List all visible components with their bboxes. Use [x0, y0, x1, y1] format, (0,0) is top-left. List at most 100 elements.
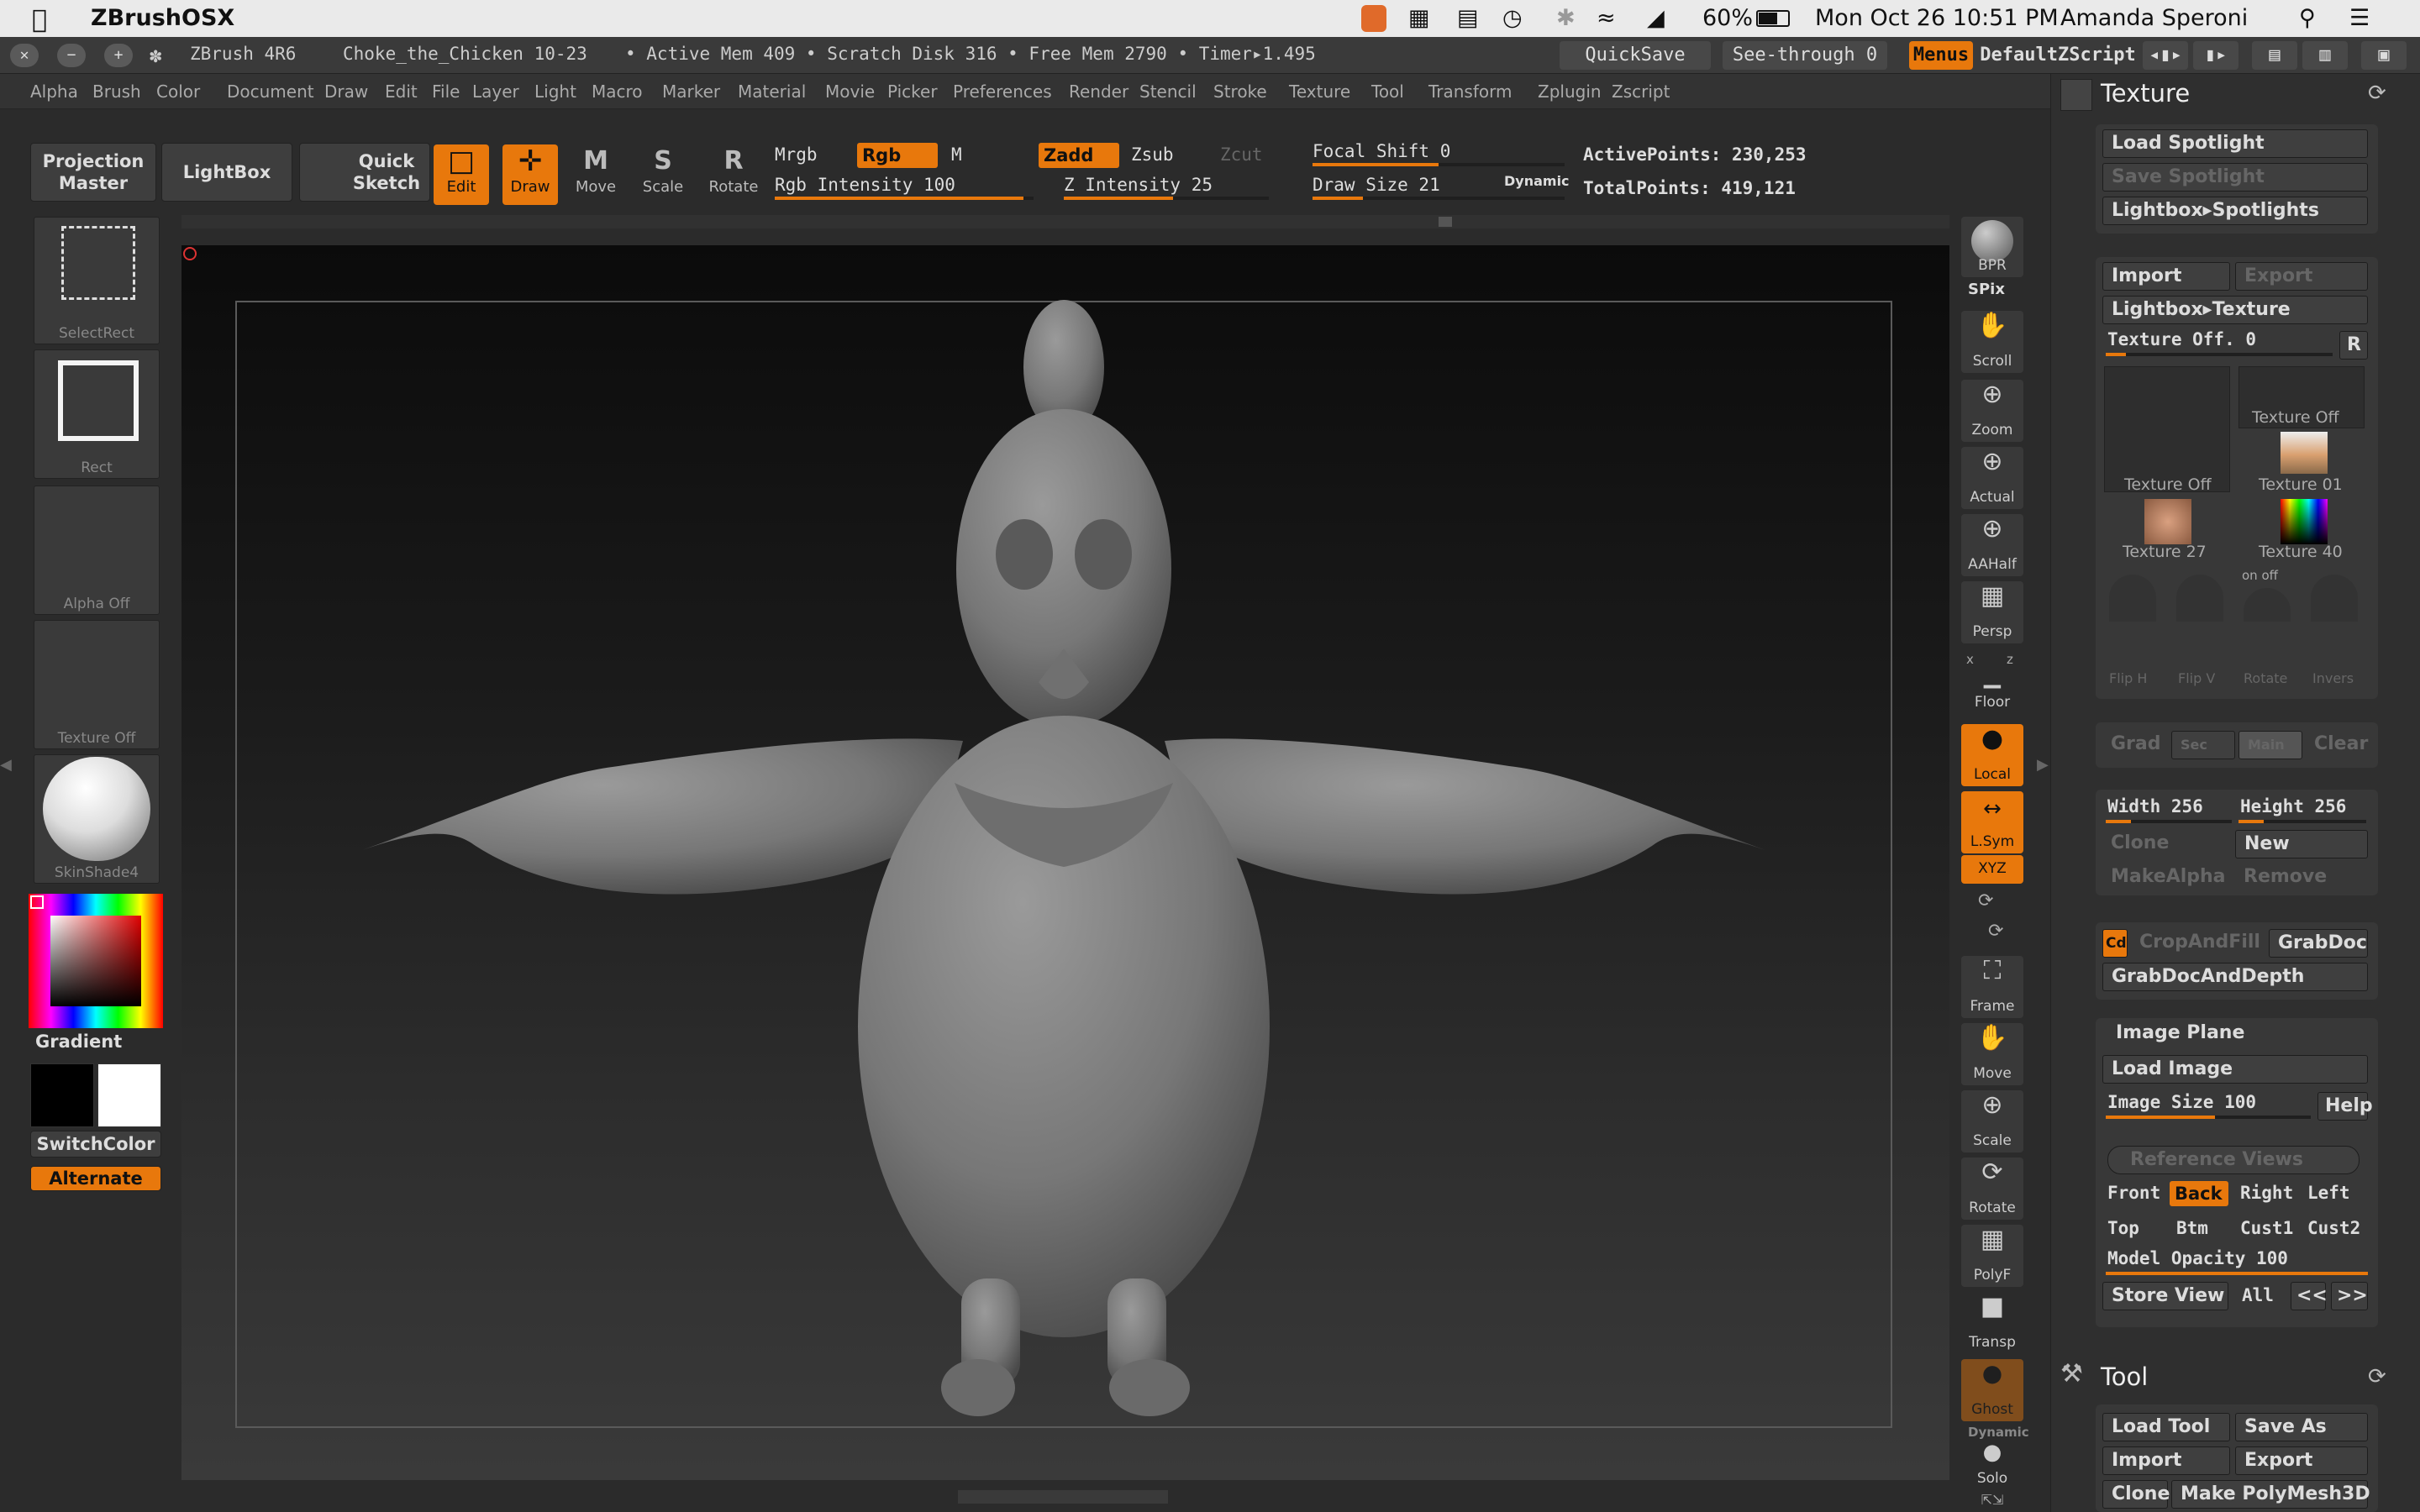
menu-edit[interactable]: Edit — [385, 81, 418, 102]
rotate-z-icon[interactable]: ⟳ — [1988, 921, 2003, 942]
m-button[interactable]: M — [951, 144, 962, 165]
edit-mode-button[interactable]: □ Edit — [434, 144, 489, 205]
floor-button[interactable]: ▁ Floor — [1961, 652, 2023, 714]
model-opacity-slider[interactable]: Model Opacity 100 — [2107, 1248, 2288, 1268]
ghost-button[interactable]: ● Ghost — [1961, 1359, 2023, 1421]
draw-mode-button[interactable]: ✛ Draw — [502, 144, 558, 205]
rgb-intensity-slider[interactable]: Rgb Intensity 100 — [775, 175, 955, 195]
bpr-button[interactable]: BPR — [1961, 217, 2023, 277]
lightbox-spotlights-button[interactable]: Lightbox▸Spotlights — [2102, 197, 2368, 225]
layout-ui-icon[interactable]: ▤ — [2252, 41, 2297, 70]
layout-right-icon[interactable]: ▮▸ — [2193, 41, 2238, 70]
grid-icon[interactable]: ▦ — [1408, 5, 1430, 31]
remove-button[interactable]: Remove — [2235, 864, 2368, 892]
right-tray-toggle-icon[interactable]: ▶ — [2037, 756, 2050, 806]
tool-panel-title[interactable]: Tool — [2101, 1362, 2148, 1391]
five-icon[interactable]: ▤ — [1457, 5, 1479, 31]
tool-panel-refresh-icon[interactable]: ⟳ — [2368, 1364, 2386, 1389]
close-icon[interactable]: ✕ — [10, 44, 39, 67]
texture-clone-button[interactable]: Clone — [2102, 830, 2230, 858]
zsub-button[interactable]: Zsub — [1131, 144, 1174, 165]
expand-arrows-icon[interactable]: ⇱⇲ — [1961, 1492, 2023, 1509]
view-right-button[interactable]: Right — [2240, 1183, 2293, 1203]
frame-button[interactable]: ⛶ Frame — [1961, 956, 2023, 1018]
view-btm-button[interactable]: Btm — [2176, 1218, 2208, 1238]
actual-button[interactable]: ⊕ Actual — [1961, 447, 2023, 509]
view-back-button[interactable]: Back — [2170, 1181, 2228, 1206]
menu-document[interactable]: Document — [227, 81, 314, 102]
clock[interactable]: Mon Oct 26 10:51 PM — [1815, 5, 2059, 31]
menu-preferences[interactable]: Preferences — [953, 81, 1052, 102]
rotate-y-icon[interactable]: ⟳ — [1978, 890, 1993, 911]
layout-swap-icon[interactable]: ▥ — [2302, 41, 2348, 70]
view-left-button[interactable]: Left — [2307, 1183, 2350, 1203]
height-slider[interactable]: Height 256 — [2240, 796, 2346, 816]
view-cust1-button[interactable]: Cust1 — [2240, 1218, 2293, 1238]
makealpha-button[interactable]: MakeAlpha — [2102, 864, 2230, 892]
scroll-button[interactable]: ✋ Scroll — [1961, 311, 2023, 373]
menu-brush[interactable]: Brush — [92, 81, 141, 102]
rotate-mode-button[interactable]: R Rotate — [706, 144, 761, 205]
load-spotlight-button[interactable]: Load Spotlight — [2102, 129, 2368, 158]
flip-v-button[interactable]: Flip V — [2178, 670, 2215, 686]
image-size-track[interactable] — [2106, 1116, 2311, 1119]
texture-dial-1-icon[interactable] — [2109, 575, 2156, 622]
left-tray-toggle-icon[interactable]: ◀ — [0, 756, 13, 806]
draw-size-slider[interactable]: Draw Size 21 — [1313, 175, 1440, 195]
color-saturation-square[interactable] — [50, 916, 141, 1006]
save-spotlight-button[interactable]: Save Spotlight — [2102, 163, 2368, 192]
time-machine-icon[interactable]: ◷ — [1502, 5, 1523, 31]
view-cust2-button[interactable]: Cust2 — [2307, 1218, 2360, 1238]
material-slot[interactable]: SkinShade4 — [34, 754, 160, 884]
focal-shift-slider[interactable]: Focal Shift 0 — [1313, 141, 1450, 161]
lightbox-texture-button[interactable]: Lightbox▸Texture — [2102, 296, 2368, 324]
menu-alpha[interactable]: Alpha — [30, 81, 78, 102]
app-name[interactable]: ZBrushOSX — [91, 5, 234, 31]
volume-icon[interactable]: ◢ — [1647, 5, 1665, 31]
tool-clone-button[interactable]: Clone — [2102, 1480, 2170, 1509]
quicksave-button[interactable]: QuickSave — [1560, 41, 1711, 70]
texture-panel-title[interactable]: Texture — [2101, 79, 2190, 108]
texture-dial-2-icon[interactable] — [2176, 575, 2223, 622]
menu-tool[interactable]: Tool — [1371, 81, 1404, 102]
secondary-color-swatch[interactable] — [97, 1063, 161, 1127]
texture-27-thumbnail[interactable] — [2144, 499, 2191, 544]
scale-mode-button[interactable]: S Scale — [635, 144, 691, 205]
rect-stroke-slot[interactable]: Rect — [34, 349, 160, 479]
texture-off-track[interactable] — [2106, 353, 2333, 356]
transp-button[interactable]: ■ Transp — [1961, 1292, 2023, 1354]
texture-new-button[interactable]: New — [2235, 830, 2368, 858]
shield-icon[interactable] — [1361, 5, 1386, 32]
save-as-button[interactable]: Save As — [2235, 1413, 2368, 1441]
texture-rotate-button[interactable]: Rotate — [2244, 670, 2287, 686]
menu-stroke[interactable]: Stroke — [1213, 81, 1267, 102]
load-tool-button[interactable]: Load Tool — [2102, 1413, 2230, 1441]
texture-panel-refresh-icon[interactable]: ⟳ — [2368, 81, 2386, 106]
texture-off-slider[interactable]: Texture Off. 0 — [2107, 329, 2256, 349]
layout-left-icon[interactable]: ◂▮▸ — [2143, 41, 2188, 70]
image-plane-header[interactable]: Image Plane — [2109, 1020, 2368, 1048]
alpha-slot[interactable]: Alpha Off — [34, 486, 160, 615]
load-image-button[interactable]: Load Image — [2102, 1055, 2368, 1084]
menu-picker[interactable]: Picker — [887, 81, 938, 102]
cropandfill-button[interactable]: CropAndFill — [2131, 929, 2265, 958]
texture-thumb-off-large[interactable] — [2104, 366, 2230, 492]
zcut-button[interactable]: Zcut — [1220, 144, 1263, 165]
clear-button[interactable]: Clear — [2306, 731, 2368, 759]
view-top-button[interactable]: Top — [2107, 1218, 2139, 1238]
apple-icon[interactable]:  — [32, 5, 47, 34]
maximize-icon[interactable]: + — [104, 44, 133, 67]
image-size-slider[interactable]: Image Size 100 — [2107, 1092, 2256, 1112]
lock-icon[interactable]: ▣ — [2361, 41, 2407, 70]
menu-material[interactable]: Material — [738, 81, 806, 102]
model-opacity-track[interactable] — [2106, 1272, 2368, 1275]
sec-button[interactable]: Sec — [2171, 731, 2235, 759]
shelf-scrollbar[interactable] — [182, 215, 1949, 228]
menu-color[interactable]: Color — [156, 81, 200, 102]
height-track[interactable] — [2238, 820, 2366, 823]
texture-slot[interactable]: Texture Off — [34, 620, 160, 749]
invers-button[interactable]: Invers — [2312, 670, 2354, 686]
grabdocanddepth-button[interactable]: GrabDocAndDepth — [2102, 963, 2368, 991]
projection-master-button[interactable]: Projection Master — [30, 143, 156, 202]
solo-button[interactable]: ● Solo — [1961, 1436, 2023, 1490]
